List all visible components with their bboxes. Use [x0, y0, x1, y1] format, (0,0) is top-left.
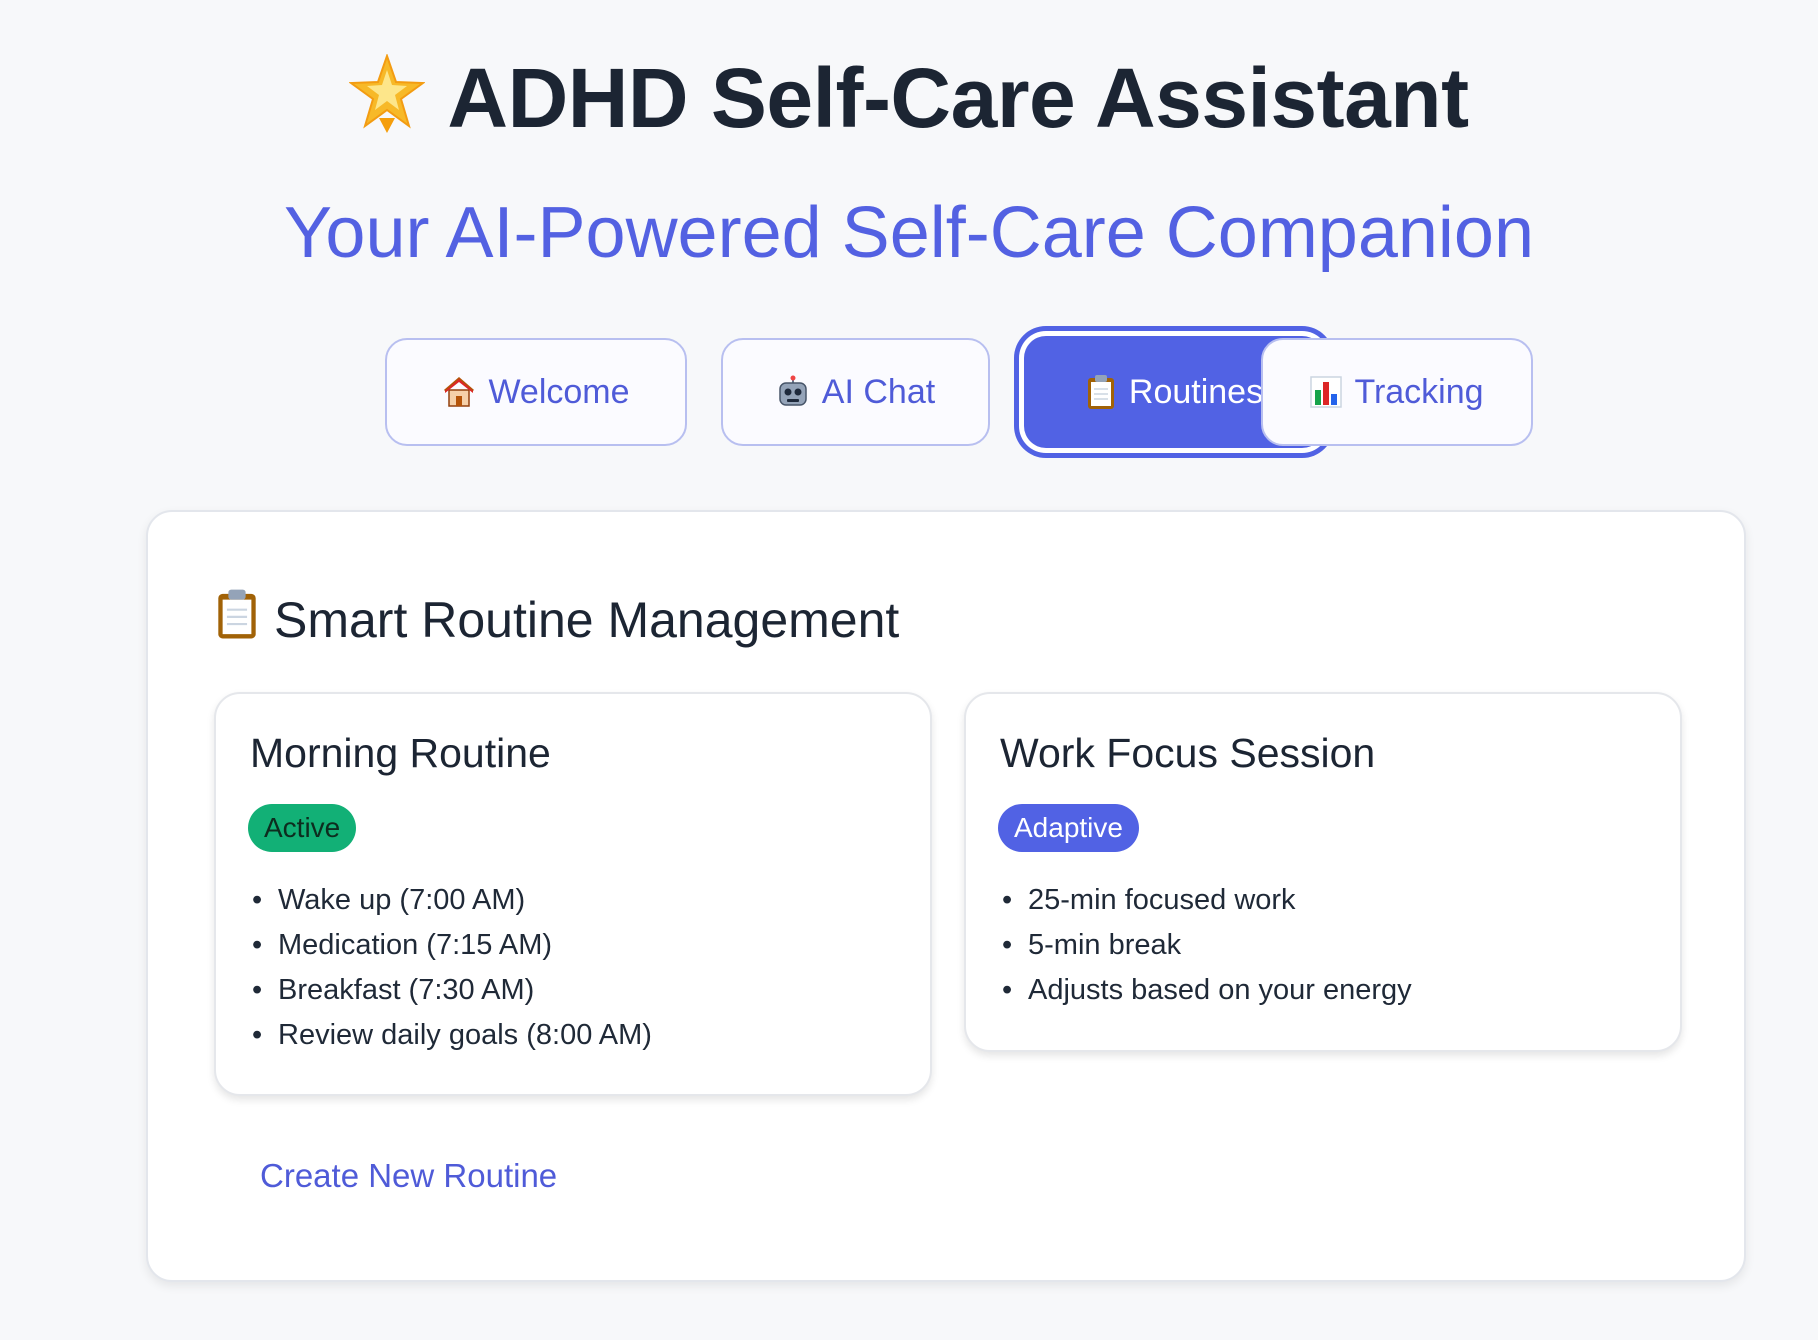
step-text: Review daily goals (8:00 AM): [278, 1019, 652, 1051]
tab-ai-chat[interactable]: AI Chat: [721, 338, 990, 446]
house-icon: [442, 375, 476, 409]
list-item: • 5-min break: [1002, 929, 1182, 961]
step-text: Adjusts based on your energy: [1028, 974, 1412, 1006]
page-title: ADHD Self-Care Assistant: [0, 48, 1818, 155]
step-text: 25-min focused work: [1028, 884, 1296, 916]
page-subtitle: Your AI-Powered Self-Care Companion: [283, 193, 1534, 273]
tab-routines-label: Routines: [1128, 372, 1264, 411]
panel-title: Smart Routine Management: [214, 580, 899, 660]
list-item: • Breakfast (7:30 AM): [252, 974, 535, 1006]
page-title-text: ADHD Self-Care Assistant: [447, 51, 1469, 145]
tab-bar: Welcome AI Chat Routines Tracking: [0, 336, 1818, 448]
routine-steps: • 25-min focused work • 5-min break • Adjus…: [1002, 878, 1412, 1013]
routines-panel: Smart Routine Management Morning Routine…: [146, 510, 1746, 1282]
tab-welcome[interactable]: Welcome: [385, 338, 687, 446]
clipboard-icon: [1085, 374, 1117, 410]
routine-card-title: Morning Routine: [250, 730, 551, 776]
routine-card-work-focus[interactable]: Work Focus Session Adaptive • 25-min focu…: [964, 692, 1682, 1052]
list-item: • Adjusts based on your energy: [1002, 974, 1412, 1006]
routine-card-morning[interactable]: Morning Routine Active • Wake up (7:00 AM…: [214, 692, 932, 1096]
routine-steps: • Wake up (7:00 AM) • Medication (7:15 AM)…: [252, 878, 652, 1058]
step-text: Medication (7:15 AM): [278, 929, 553, 961]
tab-tracking[interactable]: Tracking: [1261, 338, 1533, 446]
step-text: Breakfast (7:30 AM): [278, 974, 535, 1006]
list-item: • Medication (7:15 AM): [252, 929, 553, 961]
list-item: • 25-min focused work: [1002, 884, 1296, 916]
status-badge: Active: [248, 804, 357, 852]
robot-icon: [776, 375, 810, 409]
tab-ai-chat-label: AI Chat: [821, 372, 936, 411]
status-badge: Adaptive: [998, 804, 1139, 852]
list-item: • Wake up (7:00 AM): [252, 884, 526, 916]
clipboard-icon: [214, 588, 260, 652]
routine-card-title: Work Focus Session: [1000, 730, 1376, 776]
star-icon: [348, 53, 427, 155]
step-text: 5-min break: [1028, 929, 1182, 961]
app-page: ADHD Self-Care Assistant Your AI-Powered…: [0, 0, 1818, 1340]
bar-chart-icon: [1310, 376, 1343, 408]
list-item: • Review daily goals (8:00 AM): [252, 1019, 652, 1051]
step-text: Wake up (7:00 AM): [278, 884, 526, 916]
create-routine-button[interactable]: Create New Routine: [260, 1157, 557, 1195]
tab-welcome-label: Welcome: [488, 372, 630, 411]
panel-title-text: Smart Routine Management: [274, 592, 900, 648]
tab-tracking-label: Tracking: [1354, 372, 1484, 411]
